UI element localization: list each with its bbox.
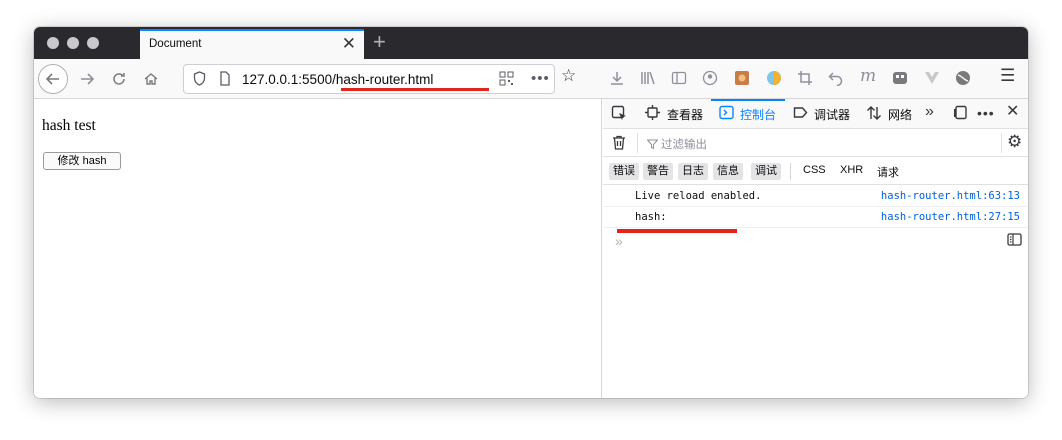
close-window-icon[interactable] <box>47 37 59 49</box>
filter-xhr[interactable]: XHR <box>840 164 863 176</box>
extension-color-icon[interactable] <box>766 70 782 90</box>
tab-inspector[interactable]: 查看器 <box>667 106 703 123</box>
filter-errors[interactable]: 错误 <box>609 163 639 180</box>
downloads-icon[interactable] <box>609 70 625 90</box>
console-message: Live reload enabled. hash-router.html:63… <box>603 186 1028 207</box>
home-icon <box>144 73 158 85</box>
sidebar-icon[interactable] <box>671 70 687 90</box>
tab-debugger[interactable]: 调试器 <box>814 106 850 123</box>
console-tab-indicator <box>711 99 785 101</box>
console-message-text: Live reload enabled. <box>635 190 762 202</box>
console-icon <box>719 105 734 123</box>
console-message: hash: hash-router.html:27:15 <box>603 207 1028 228</box>
page-heading: hash test <box>42 117 96 134</box>
console-filter-bar: 过滤输出 ⚙ <box>603 129 1028 157</box>
extension-box-icon[interactable] <box>892 70 908 90</box>
url-highlight-underline <box>341 88 489 91</box>
library-icon[interactable] <box>640 70 656 90</box>
navigation-toolbar: 127.0.0.1:5500/hash-router.html ••• ☆ m … <box>34 59 1028 99</box>
console-settings-gear-icon[interactable]: ⚙ <box>1007 133 1022 150</box>
url-bar[interactable]: 127.0.0.1:5500/hash-router.html ••• <box>183 64 555 94</box>
back-arrow-icon <box>45 73 59 85</box>
close-devtools-icon[interactable]: ✕ <box>1006 104 1019 120</box>
console-highlight-underline <box>617 229 737 233</box>
log-level-filters: 错误 警告 日志 信息 调试 CSS XHR 请求 <box>603 157 1028 185</box>
back-button[interactable] <box>38 64 68 94</box>
crop-icon[interactable] <box>797 70 813 90</box>
filter-requests[interactable]: 请求 <box>877 164 899 180</box>
console-message-location[interactable]: hash-router.html:27:15 <box>881 211 1020 223</box>
home-button[interactable] <box>136 64 166 94</box>
devtools-options-icon[interactable]: ••• <box>977 105 995 121</box>
close-tab-icon[interactable]: ✕ <box>342 34 356 54</box>
editor-mode-icon[interactable] <box>1007 233 1022 249</box>
forward-arrow-icon <box>81 73 95 85</box>
filter-info[interactable]: 信息 <box>713 163 743 180</box>
console-message-location[interactable]: hash-router.html:63:13 <box>881 190 1020 202</box>
devtools-panel: 查看器 控制台 调试器 网络 » ••• ✕ 过滤输出 ⚙ 错误 警告 日志 信… <box>603 99 1028 398</box>
trash-icon[interactable] <box>612 135 626 153</box>
debugger-icon <box>793 105 808 123</box>
account-icon[interactable] <box>702 70 718 90</box>
browser-window: Document ✕ + 127.0.0.1:5500/hash-router.… <box>34 27 1028 398</box>
bookmark-star-icon[interactable]: ☆ <box>561 67 576 85</box>
zoom-window-icon[interactable] <box>87 37 99 49</box>
reload-button[interactable] <box>104 64 134 94</box>
new-tab-icon[interactable]: + <box>373 29 386 55</box>
undo-icon[interactable] <box>828 70 844 90</box>
filter-logs[interactable]: 日志 <box>678 163 708 180</box>
filter-icon <box>646 137 659 153</box>
shield-icon[interactable] <box>193 71 206 89</box>
tab-document[interactable]: Document ✕ <box>140 29 364 59</box>
extension-ball-icon[interactable] <box>955 70 971 90</box>
page-info-icon[interactable] <box>219 71 231 89</box>
filter-debug[interactable]: 调试 <box>751 163 781 180</box>
vue-devtools-icon[interactable] <box>924 70 940 90</box>
page-actions-icon[interactable]: ••• <box>531 70 550 87</box>
filter-divider <box>637 133 638 153</box>
console-prompt-icon[interactable]: » <box>615 233 623 249</box>
filter-warnings[interactable]: 警告 <box>643 163 673 180</box>
element-picker-icon[interactable] <box>611 105 627 124</box>
devtools-tabs: 查看器 控制台 调试器 网络 » ••• ✕ <box>603 99 1028 129</box>
qr-code-icon[interactable] <box>499 71 514 89</box>
menu-icon[interactable]: ☰ <box>1000 67 1015 85</box>
levels-divider <box>790 163 791 180</box>
minimize-window-icon[interactable] <box>67 37 79 49</box>
filter-css[interactable]: CSS <box>803 164 826 176</box>
settings-divider <box>1001 133 1002 153</box>
m-extension-icon[interactable]: m <box>860 67 876 85</box>
tab-network[interactable]: 网络 <box>888 106 912 123</box>
inspector-icon <box>645 105 660 123</box>
more-tabs-icon[interactable]: » <box>925 104 934 120</box>
url-text[interactable]: 127.0.0.1:5500/hash-router.html <box>242 72 433 87</box>
tab-title: Document <box>149 38 202 50</box>
change-hash-button[interactable]: 修改 hash <box>43 152 121 170</box>
tab-bar: Document ✕ + <box>34 27 1028 59</box>
tab-console[interactable]: 控制台 <box>740 106 776 123</box>
forward-button[interactable] <box>72 64 102 94</box>
reload-icon <box>113 73 125 85</box>
filter-input[interactable]: 过滤输出 <box>661 136 707 152</box>
extension-grid-icon[interactable] <box>734 70 750 90</box>
network-icon <box>866 105 882 124</box>
page-viewport: hash test 修改 hash <box>34 99 602 398</box>
console-message-text: hash: <box>635 211 667 223</box>
dock-side-icon[interactable] <box>953 105 968 123</box>
